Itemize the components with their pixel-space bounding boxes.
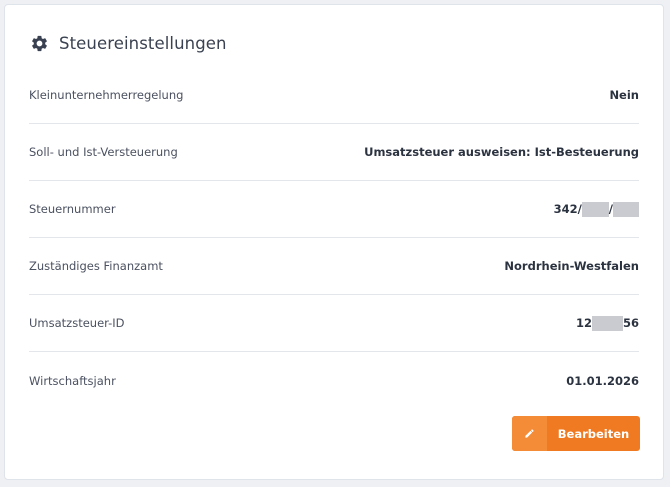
row-versteuerung: Soll- und Ist-Versteuerung Umsatzsteuer … xyxy=(29,124,639,181)
card-header: Steuereinstellungen xyxy=(29,31,227,55)
row-label: Wirtschaftsjahr xyxy=(29,373,116,388)
tax-settings-card: Steuereinstellungen Kleinunternehmerrege… xyxy=(4,4,664,480)
row-label: Steuernummer xyxy=(29,202,116,216)
row-label: Soll- und Ist-Versteuerung xyxy=(29,145,178,159)
row-value: Nordrhein-Westfalen xyxy=(504,259,639,273)
row-value: Umsatzsteuer ausweisen: Ist-Besteuerung xyxy=(364,145,639,159)
pencil-icon xyxy=(512,416,547,451)
row-value: Nein xyxy=(609,88,639,102)
redacted-block xyxy=(591,315,623,331)
value-prefix: 12 xyxy=(575,316,592,330)
row-value: 01.01.2026 xyxy=(566,373,639,388)
row-label: Kleinunternehmerregelung xyxy=(29,88,184,102)
gear-icon xyxy=(29,33,49,53)
redacted-block xyxy=(613,201,639,217)
edit-button[interactable]: Bearbeiten xyxy=(512,416,640,451)
settings-list: Kleinunternehmerregelung Nein Soll- und … xyxy=(29,67,639,409)
row-steuernummer: Steuernummer 342/ / xyxy=(29,181,639,238)
value-suffix: 56 xyxy=(622,316,639,330)
card-title: Steuereinstellungen xyxy=(59,33,227,53)
row-finanzamt: Zuständiges Finanzamt Nordrhein-Westfale… xyxy=(29,238,639,295)
row-value: 342/ / xyxy=(553,201,639,217)
row-label: Zuständiges Finanzamt xyxy=(29,259,163,273)
row-umsatzsteuer-id: Umsatzsteuer-ID 12 56 xyxy=(29,295,639,352)
row-kleinunternehmerregelung: Kleinunternehmerregelung Nein xyxy=(29,67,639,124)
row-value: 12 56 xyxy=(575,315,639,331)
row-label: Umsatzsteuer-ID xyxy=(29,316,125,330)
redacted-block xyxy=(581,201,609,217)
value-prefix: 342/ xyxy=(553,202,582,216)
row-wirtschaftsjahr: Wirtschaftsjahr 01.01.2026 xyxy=(29,352,639,409)
edit-button-label: Bearbeiten xyxy=(557,426,630,441)
